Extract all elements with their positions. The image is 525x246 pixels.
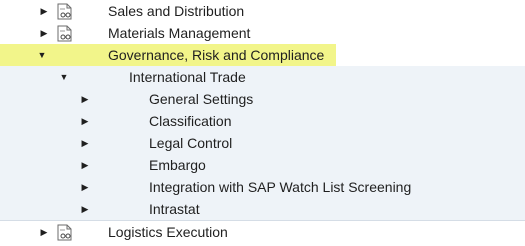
expand-arrow-icon[interactable]: ▶ xyxy=(79,198,91,220)
expand-arrow-icon[interactable]: ▶ xyxy=(38,221,50,243)
tree-node-label: Classification xyxy=(149,113,232,129)
tree-node-label: General Settings xyxy=(149,91,254,107)
tree-node-label: Integration with SAP Watch List Screenin… xyxy=(149,179,412,195)
tree-node-legal-control[interactable]: ▶ Legal Control xyxy=(0,132,525,154)
tree-node-sales-and-distribution[interactable]: ▶ Sales and Distribution xyxy=(0,0,525,22)
tree-node-general-settings[interactable]: ▶ General Settings xyxy=(0,88,525,110)
tree-node-label: Embargo xyxy=(149,157,206,173)
collapse-arrow-icon[interactable]: ▼ xyxy=(36,44,48,66)
expand-arrow-icon[interactable]: ▶ xyxy=(79,110,91,132)
tree-node-label: Logistics Execution xyxy=(108,224,228,240)
tree-node-intrastat[interactable]: ▶ Intrastat xyxy=(0,198,525,220)
tree-node-label: Sales and Distribution xyxy=(108,3,245,19)
document-glasses-icon xyxy=(57,224,72,241)
tree-node-international-trade[interactable]: ▼ International Trade xyxy=(0,66,525,88)
expand-arrow-icon[interactable]: ▶ xyxy=(79,176,91,198)
tree-node-label: Governance, Risk and Compliance xyxy=(108,47,325,63)
expand-arrow-icon[interactable]: ▶ xyxy=(79,154,91,176)
collapse-arrow-icon[interactable]: ▼ xyxy=(58,66,70,88)
tree-node-embargo[interactable]: ▶ Embargo xyxy=(0,154,525,176)
tree-node-classification[interactable]: ▶ Classification xyxy=(0,110,525,132)
tree-node-logistics-execution[interactable]: ▶ Logistics Execution xyxy=(0,220,525,242)
expand-arrow-icon[interactable]: ▶ xyxy=(38,22,50,44)
tree-node-label: Materials Management xyxy=(108,25,251,41)
expand-arrow-icon[interactable]: ▶ xyxy=(79,88,91,110)
expand-arrow-icon[interactable]: ▶ xyxy=(38,0,50,22)
expand-arrow-icon[interactable]: ▶ xyxy=(79,132,91,154)
tree-view: ▶ Sales and Distribution ▶ Materials Man… xyxy=(0,0,525,246)
tree-node-label: International Trade xyxy=(129,69,246,85)
document-glasses-icon xyxy=(57,3,72,20)
tree-node-watch-list-screening[interactable]: ▶ Integration with SAP Watch List Screen… xyxy=(0,176,525,198)
tree-node-label: Intrastat xyxy=(149,201,200,217)
tree-node-governance-risk-compliance[interactable]: ▼ Governance, Risk and Compliance xyxy=(0,44,525,66)
tree-node-label: Legal Control xyxy=(149,135,233,151)
document-glasses-icon xyxy=(57,25,72,42)
tree-node-materials-management[interactable]: ▶ Materials Management xyxy=(0,22,525,44)
